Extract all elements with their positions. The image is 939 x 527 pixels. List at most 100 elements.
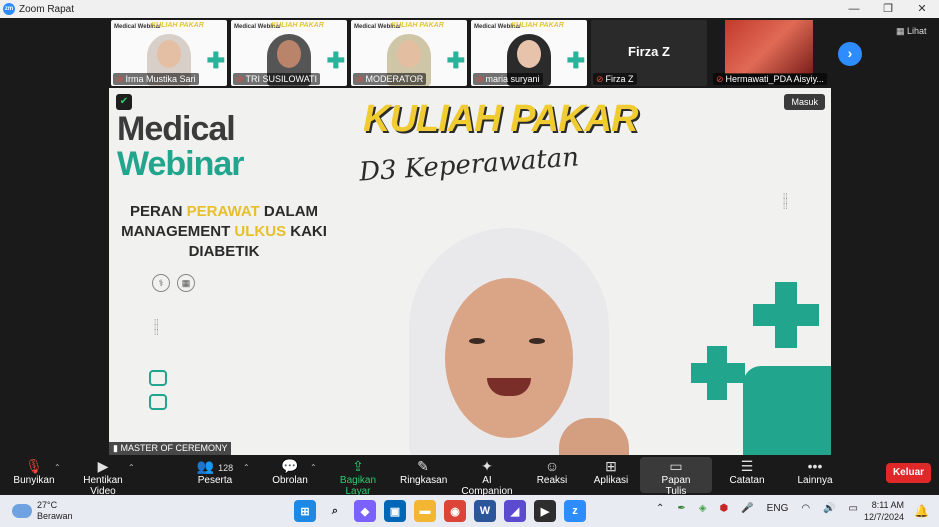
participant-avatar-name: Firza Z xyxy=(628,44,670,59)
zoom-app-icon[interactable]: z xyxy=(564,500,586,522)
reactions-button[interactable]: ☺ Reaksi xyxy=(536,457,568,486)
grid-icon: ▦ xyxy=(177,274,195,292)
security-icon[interactable]: ◈ xyxy=(699,503,707,514)
dots-decoration: ⁞⁞ ⁞⁞ ⁞⁞ xyxy=(154,318,159,337)
restore-icon[interactable]: ❐ xyxy=(871,0,905,18)
camera-icon: ▶ xyxy=(97,458,109,474)
participants-button[interactable]: 👥 128 Peserta xyxy=(190,457,240,486)
chevron-up-icon[interactable]: ⌃ xyxy=(128,463,135,472)
shared-screen: ✔ Masuk Medical Webinar KULIAH PAKAR D3 … xyxy=(109,88,831,455)
minimize-icon[interactable]: — xyxy=(837,0,871,18)
battery-icon[interactable]: ▭ xyxy=(849,503,858,514)
meeting-toolbar: 🎙 Bunyikan ⌃ ▶ Hentikan Video ⌃ 👥 128 Peser… xyxy=(0,455,939,497)
view-button[interactable]: ▦ Lihat xyxy=(896,26,927,37)
grid-icon: ▦ xyxy=(896,26,905,36)
mic-muted-icon: ⊘ xyxy=(716,74,724,84)
share-screen-icon: ⇪ xyxy=(352,458,364,474)
thumb-slide-banner: KULIAH PAKAR xyxy=(391,22,444,29)
chevron-up-icon[interactable]: ⌃ xyxy=(656,503,664,514)
participant-tile[interactable]: ⊘ Hermawati_PDA Aisyiy... xyxy=(711,20,827,86)
participant-name: ⊘ TRI SUSILOWATI xyxy=(233,73,321,85)
sparkle-icon: ✦ xyxy=(481,458,493,474)
chevron-up-icon[interactable]: ⌃ xyxy=(243,463,250,472)
slide-medical: Medical xyxy=(117,110,236,148)
file-explorer-icon[interactable]: ▬ xyxy=(414,500,436,522)
chevron-up-icon[interactable]: ⌃ xyxy=(310,463,317,472)
participant-tile[interactable]: Firza Z ⊘ Firza Z xyxy=(591,20,707,86)
zoom-logo-icon: zm xyxy=(3,3,15,15)
plus-icon: ✚ xyxy=(566,48,585,73)
close-icon[interactable]: ✕ xyxy=(905,0,939,18)
summary-button[interactable]: ✎ Ringkasan xyxy=(400,457,447,486)
windows-start-icon[interactable]: ⊞ xyxy=(294,500,316,522)
participant-name: ⊘ maria suryani xyxy=(473,73,543,85)
summary-icon: ✎ xyxy=(417,458,429,474)
weather-condition: Berawan xyxy=(37,511,73,521)
notes-button[interactable]: ☰ Catatan xyxy=(728,457,766,486)
more-button[interactable]: ••• Lainnya xyxy=(796,457,834,486)
slide-d3: D3 Keperawatan xyxy=(358,142,580,188)
more-icon: ••• xyxy=(807,458,823,474)
mic-muted-icon: 🎙 xyxy=(25,458,43,474)
slide-topic: PERAN PERAWAT DALAM MANAGEMENT ULKUS KAK… xyxy=(121,203,327,260)
plus-icon: ✚ xyxy=(326,48,345,73)
ai-companion-button[interactable]: ✦ AI Companion xyxy=(456,457,518,497)
share-screen-button[interactable]: ⇪ Bagikan Layar xyxy=(328,457,388,497)
speaker-name-label: ▮ MASTER OF CEREMONY xyxy=(109,442,232,455)
microphone-icon[interactable]: 🎤 xyxy=(741,503,753,514)
pen-icon[interactable]: ✒ xyxy=(677,503,685,514)
notification-bell-icon[interactable]: 🔔 xyxy=(914,504,929,518)
meeting-stage: Medical Webinar KULIAH PAKAR ✚ ⊘ Irma Mus… xyxy=(0,18,939,455)
next-page-button[interactable]: › xyxy=(838,42,862,66)
participant-tile[interactable]: Medical Webinar KULIAH PAKAR ✚ ⊘ MODERATO… xyxy=(351,20,467,86)
temperature: 27°C xyxy=(37,500,58,510)
slide-webinar: Webinar xyxy=(117,145,245,183)
search-icon[interactable]: ⌕ xyxy=(324,500,346,522)
window-title: Zoom Rapat xyxy=(19,3,75,15)
wifi-icon[interactable]: ◠ xyxy=(801,503,810,514)
apps-button[interactable]: ⊞ Aplikasi xyxy=(592,457,630,486)
masuk-button[interactable]: Masuk xyxy=(784,94,825,110)
copilot-icon[interactable]: ◆ xyxy=(354,500,376,522)
participant-tile[interactable]: Medical Webinar KULIAH PAKAR ✚ ⊘ maria su… xyxy=(471,20,587,86)
whiteboard-button[interactable]: ▭ Papan Tulis xyxy=(640,457,712,497)
app-icon[interactable]: ◢ xyxy=(504,500,526,522)
leave-button[interactable]: Keluar xyxy=(886,463,931,483)
language-indicator[interactable]: ENG xyxy=(767,503,789,514)
stop-video-button[interactable]: ▶ Hentikan Video xyxy=(70,457,136,497)
notes-icon: ☰ xyxy=(740,458,754,474)
whiteboard-icon: ▭ xyxy=(669,458,683,474)
chrome-icon[interactable]: ◉ xyxy=(444,500,466,522)
shield-icon[interactable]: ✔ xyxy=(116,94,132,110)
people-icon: 👥 xyxy=(196,458,215,474)
clock[interactable]: 8:11 AM 12/7/2024 xyxy=(864,499,904,523)
weather-widget[interactable]: 27°C Berawan xyxy=(12,500,73,522)
mic-muted-icon: ⊘ xyxy=(476,74,484,84)
mic-muted-icon: ⊘ xyxy=(236,74,244,84)
dots-decoration: ⁞⁞ ⁞⁞ ⁞⁞ xyxy=(783,192,788,211)
thumb-slide-banner: KULIAH PAKAR xyxy=(511,22,564,29)
participant-tile[interactable]: Medical Webinar KULIAH PAKAR ✚ ⊘ Irma Mus… xyxy=(111,20,227,86)
word-icon[interactable]: W xyxy=(474,500,496,522)
plus-icon: ✚ xyxy=(446,48,465,73)
mic-muted-icon: ⊘ xyxy=(356,74,364,84)
shield-icon[interactable]: ⬢ xyxy=(719,503,728,514)
participant-count: 128 xyxy=(218,463,234,473)
mic-muted-icon: ⊘ xyxy=(596,74,604,84)
volume-icon[interactable]: 🔊 xyxy=(823,503,835,514)
media-player-icon[interactable]: ▶ xyxy=(534,500,556,522)
stethoscope-icon: ⚕ xyxy=(152,274,170,292)
thumb-slide-banner: KULIAH PAKAR xyxy=(151,22,204,29)
participant-name: ⊘ MODERATOR xyxy=(353,73,427,85)
participant-tile[interactable]: Medical Webinar KULIAH PAKAR ✚ ⊘ TRI SUSI… xyxy=(231,20,347,86)
title-bar: zm Zoom Rapat — ❐ ✕ xyxy=(0,0,939,18)
taskbar: 27°C Berawan ⊞ ⌕ ◆ ▣ ▬ ◉ W ◢ ▶ z ⌃ ✒ ◈ ⬢… xyxy=(0,495,939,527)
apps-icon: ⊞ xyxy=(605,458,617,474)
unmute-button[interactable]: 🎙 Bunyikan xyxy=(10,457,58,486)
store-icon[interactable]: ▣ xyxy=(384,500,406,522)
cloud-icon xyxy=(12,504,32,518)
chat-button[interactable]: 💬 Obrolan xyxy=(270,457,310,486)
plus-decoration xyxy=(743,366,831,455)
system-tray: ⌃ ✒ ◈ ⬢ 🎤 ENG ◠ 🔊 ▭ xyxy=(656,503,871,514)
chevron-up-icon[interactable]: ⌃ xyxy=(54,463,61,472)
